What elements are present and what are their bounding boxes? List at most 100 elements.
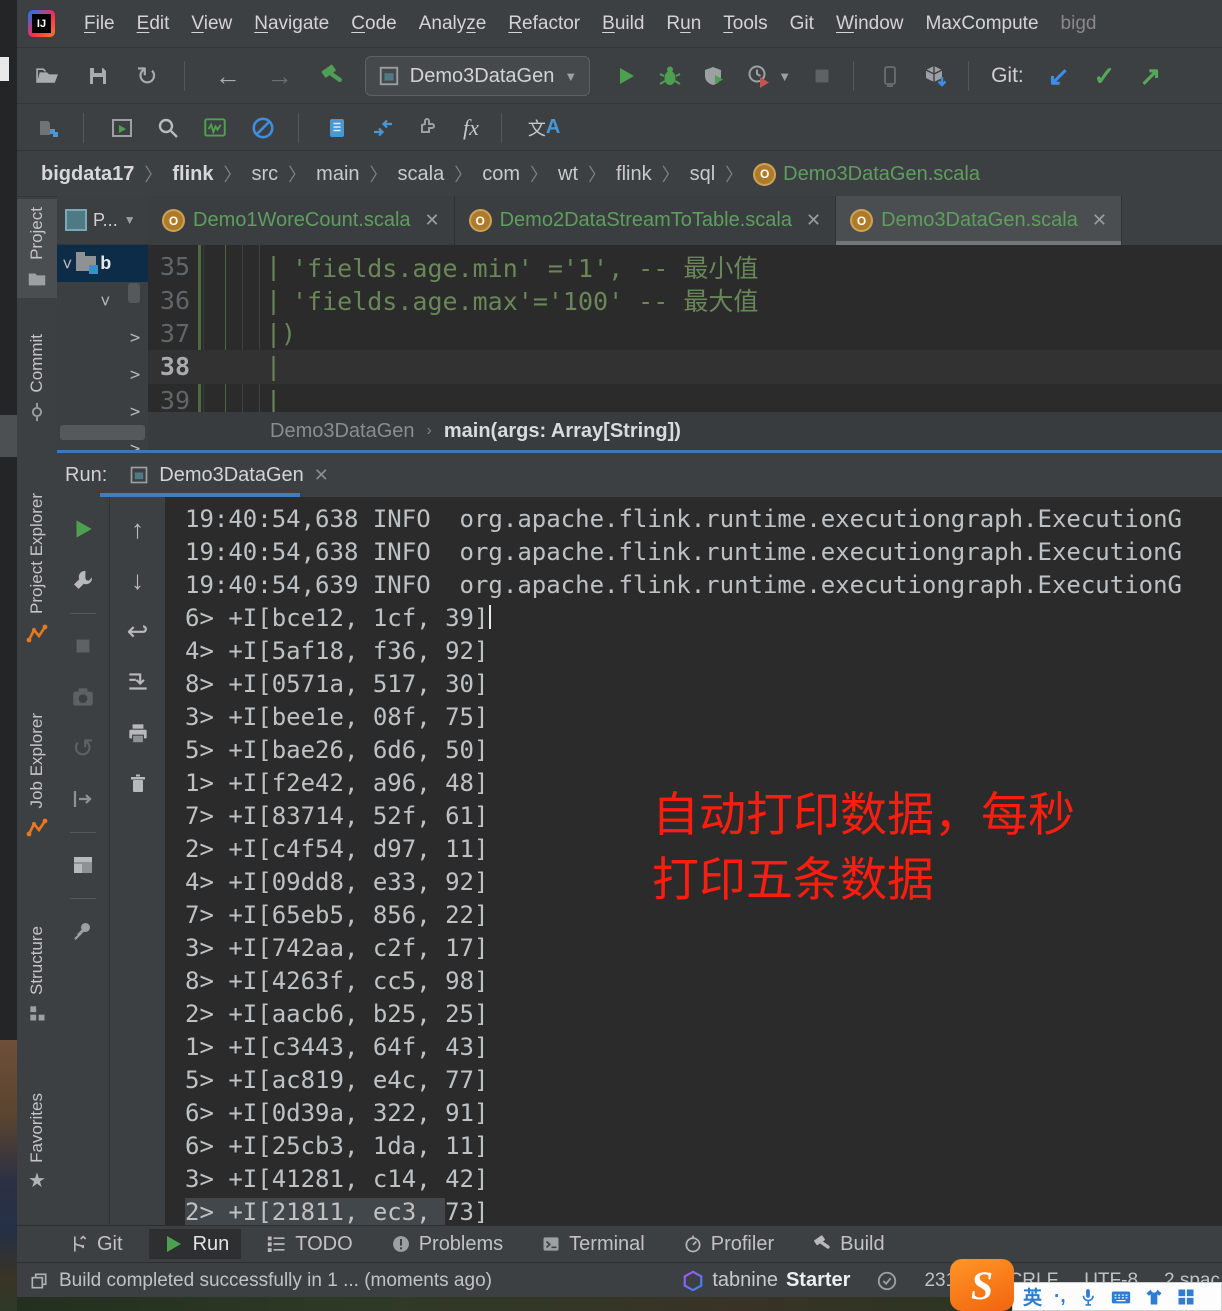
package-download-icon[interactable] <box>922 63 948 89</box>
editor-tab[interactable]: O Demo3DataGen.scala ✕ <box>836 196 1122 245</box>
sidebar-item-project[interactable]: Project <box>17 199 57 298</box>
sogou-ime-logo[interactable]: S <box>950 1259 1014 1311</box>
close-icon[interactable]: ✕ <box>806 210 821 231</box>
breadcrumb-item[interactable]: sql <box>690 163 716 186</box>
chevron-down-icon[interactable]: > <box>95 295 115 305</box>
dropdown-icon[interactable]: ▼ <box>778 69 791 84</box>
menu-file[interactable]: File <box>73 7 126 41</box>
toolwindow-button-todo[interactable]: TODO <box>255 1230 364 1259</box>
breadcrumb-file[interactable]: Demo3DataGen.scala <box>783 163 980 186</box>
open-file-icon[interactable] <box>35 64 60 89</box>
mic-icon[interactable] <box>1078 1287 1098 1307</box>
attach-device-icon[interactable] <box>878 64 902 88</box>
sidebar-item-project-explorer[interactable]: Project Explorer <box>17 493 57 646</box>
blocked-icon[interactable] <box>250 115 276 141</box>
breadcrumb-item[interactable]: flink <box>172 163 213 186</box>
profiler-run-icon[interactable] <box>746 63 772 89</box>
ime-punctuation-mode[interactable]: ·, <box>1054 1286 1066 1308</box>
notebook-icon[interactable] <box>325 116 349 140</box>
keyboard-icon[interactable] <box>1110 1286 1132 1308</box>
tree-node[interactable]: > <box>57 356 148 393</box>
restart-icon[interactable]: ↺ <box>66 729 100 767</box>
run-tab[interactable]: Demo3DataGen ✕ <box>129 464 329 487</box>
git-commit-icon[interactable]: ✓ <box>1094 63 1116 89</box>
up-icon[interactable]: ↑ <box>121 510 155 548</box>
status-message[interactable]: Build completed successfully in 1 ... (m… <box>59 1270 492 1292</box>
menu-tools[interactable]: Tools <box>712 7 778 41</box>
pin-icon[interactable] <box>66 912 100 950</box>
layout-icon[interactable] <box>66 846 100 884</box>
chevron-right-icon[interactable]: > <box>130 402 140 422</box>
toolwindow-button-profiler[interactable]: Profiler <box>671 1230 786 1259</box>
git-update-icon[interactable]: ↙ <box>1048 63 1070 89</box>
breadcrumb-item[interactable]: scala <box>398 163 445 186</box>
sidebar-item-job-explorer[interactable]: Job Explorer <box>17 713 57 840</box>
git-push-icon[interactable]: ↗ <box>1139 63 1161 89</box>
debug-icon[interactable] <box>658 64 682 88</box>
menu-refactor[interactable]: Refactor <box>497 7 591 41</box>
chevron-down-icon[interactable]: > <box>57 258 77 268</box>
clear-icon[interactable] <box>121 765 155 803</box>
back-icon[interactable]: ← <box>215 63 241 89</box>
sidebar-item-structure[interactable]: Structure <box>17 926 57 1023</box>
tree-node[interactable]: > <box>57 319 148 356</box>
editor-tab[interactable]: O Demo1WoreCount.scala ✕ <box>148 196 455 245</box>
camera-icon[interactable] <box>66 678 100 716</box>
project-panel-header[interactable]: P... ▼ <box>57 196 148 245</box>
toolwindow-button-terminal[interactable]: Terminal <box>529 1230 657 1259</box>
plugin-icon[interactable] <box>417 116 441 140</box>
breadcrumb-item[interactable]: main <box>316 163 359 186</box>
stop-icon[interactable] <box>66 627 100 665</box>
toolwindow-button-build[interactable]: Build <box>800 1230 896 1259</box>
menu-code[interactable]: Code <box>340 7 407 41</box>
menu-git[interactable]: Git <box>779 7 825 41</box>
sync-icon[interactable]: ↻ <box>136 63 158 89</box>
menu-navigate[interactable]: Navigate <box>243 7 340 41</box>
function-icon[interactable]: fx <box>463 115 479 141</box>
save-all-icon[interactable] <box>86 64 110 88</box>
search-icon[interactable] <box>156 116 180 140</box>
project-horizontal-scrollbar[interactable] <box>60 425 145 440</box>
toolbox-icon[interactable] <box>1176 1287 1196 1307</box>
menu-bigd[interactable]: bigd <box>1050 7 1108 41</box>
breadcrumb-item[interactable]: flink <box>616 163 652 186</box>
rerun-icon[interactable] <box>66 510 100 548</box>
print-icon[interactable] <box>121 714 155 752</box>
menu-window[interactable]: Window <box>825 7 915 41</box>
down-icon[interactable]: ↓ <box>121 561 155 599</box>
breadcrumb-item[interactable]: wt <box>558 163 578 186</box>
translate-icon[interactable]: 文A <box>528 115 560 141</box>
exit-icon[interactable] <box>66 780 100 818</box>
close-icon[interactable]: ✕ <box>314 465 329 486</box>
toolwindow-button-run[interactable]: Run <box>148 1229 242 1259</box>
close-icon[interactable]: ✕ <box>1092 210 1107 231</box>
project-vertical-scrollbar[interactable] <box>128 283 140 303</box>
breadcrumb-item[interactable]: bigdata17 <box>41 163 134 186</box>
menu-run[interactable]: Run <box>655 7 712 41</box>
menu-view[interactable]: View <box>180 7 243 41</box>
menu-edit[interactable]: Edit <box>126 7 181 41</box>
sidebar-item-commit[interactable]: Commit <box>17 334 57 423</box>
skin-icon[interactable] <box>1144 1287 1164 1307</box>
menu-build[interactable]: Build <box>591 7 655 41</box>
build-hammer-icon[interactable] <box>319 63 345 89</box>
tabnine-widget[interactable]: tabnine Starter <box>682 1269 850 1292</box>
toolwindow-button-git[interactable]: Git <box>57 1230 135 1259</box>
breadcrumb-item[interactable]: src <box>251 163 278 186</box>
softwrap-icon[interactable]: ↩ <box>121 612 155 650</box>
tree-node[interactable]: > b <box>57 245 148 282</box>
forward-icon[interactable]: → <box>267 63 293 89</box>
stop-icon[interactable] <box>811 65 833 87</box>
chevron-right-icon[interactable]: > <box>130 328 140 348</box>
editor-tab[interactable]: O Demo2DataStreamToTable.scala ✕ <box>454 196 837 245</box>
breadcrumb-member[interactable]: main(args: Array[String]) <box>444 420 681 443</box>
ime-language-mode[interactable]: 英 <box>1023 1283 1042 1310</box>
modules-icon[interactable] <box>37 116 61 140</box>
code-editor[interactable]: 35 | 'fields.age.min' ='1', -- 最小值 36 | 'fiel… <box>148 245 1222 412</box>
scroll-end-icon[interactable] <box>121 663 155 701</box>
monitor-icon[interactable] <box>202 115 228 141</box>
merge-icon[interactable] <box>371 116 395 140</box>
coverage-icon[interactable] <box>702 64 726 88</box>
sidebar-item-favorites[interactable]: Favorites ★ <box>17 1093 57 1191</box>
chevron-right-icon[interactable]: > <box>130 365 140 385</box>
